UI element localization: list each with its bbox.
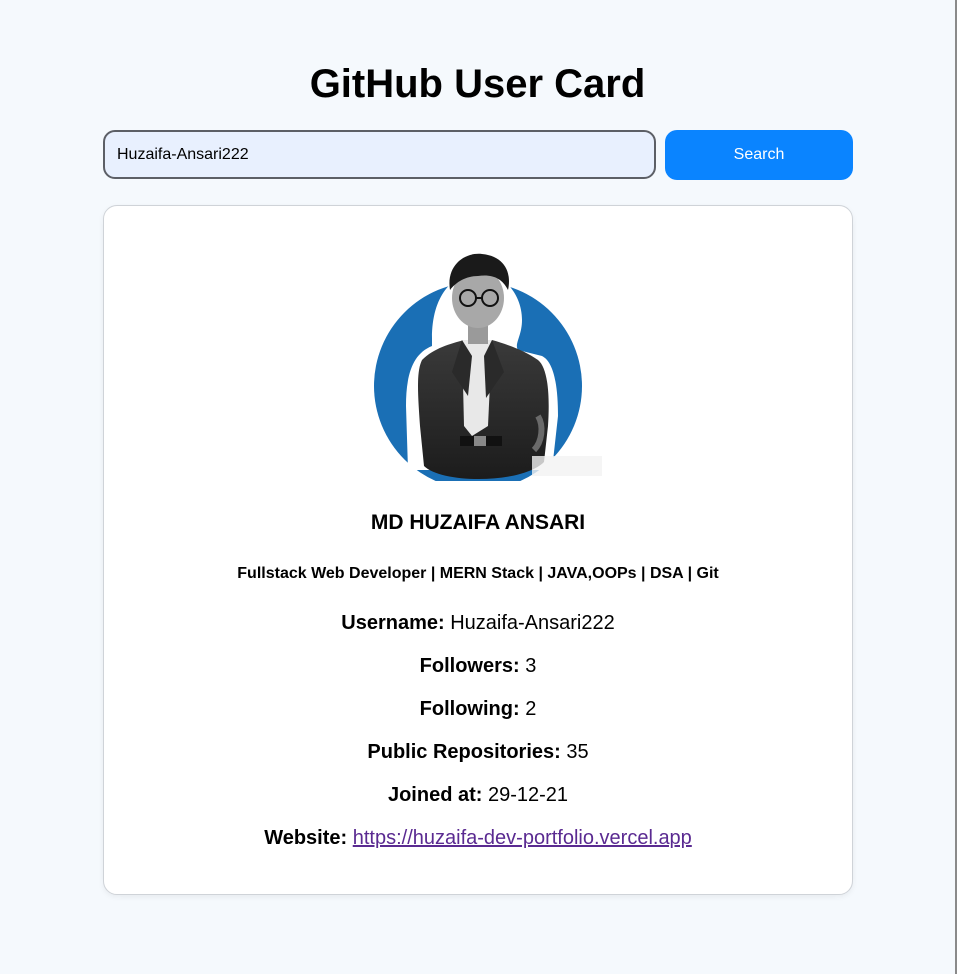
user-name: MD HUZAIFA ANSARI [370,511,586,534]
followers-label: Followers: [419,655,520,677]
joined-row: Joined at: 29-12-21 [104,782,852,808]
following-row: Following: 2 [104,696,852,722]
repos-value: 35 [566,741,589,763]
username-label: Username: [341,612,445,634]
followers-row: Followers: 3 [104,653,852,679]
search-button[interactable]: Search [665,130,853,180]
user-avatar [374,253,602,481]
joined-value: 29-12-21 [487,784,569,806]
username-value: Huzaifa-Ansari222 [450,612,615,634]
repos-row: Public Repositories: 35 [104,739,852,765]
user-bio: Fullstack Web Developer | MERN Stack | J… [237,565,719,582]
website-row: Website: https://huzaifa-dev-portfolio.v… [104,825,852,851]
followers-value: 3 [525,655,537,677]
page-title: GitHub User Card [309,62,646,106]
repos-label: Public Repositories: [367,741,561,763]
username-row: Username: Huzaifa-Ansari222 [104,610,852,636]
joined-label: Joined at: [387,784,483,806]
user-card: MD HUZAIFA ANSARI Fullstack Web Develope… [103,205,853,895]
search-input[interactable] [103,130,656,179]
following-value: 2 [525,698,537,720]
website-link[interactable]: https://huzaifa-dev-portfolio.vercel.app [353,827,692,849]
following-label: Following: [419,698,520,720]
website-label: Website: [264,827,348,849]
